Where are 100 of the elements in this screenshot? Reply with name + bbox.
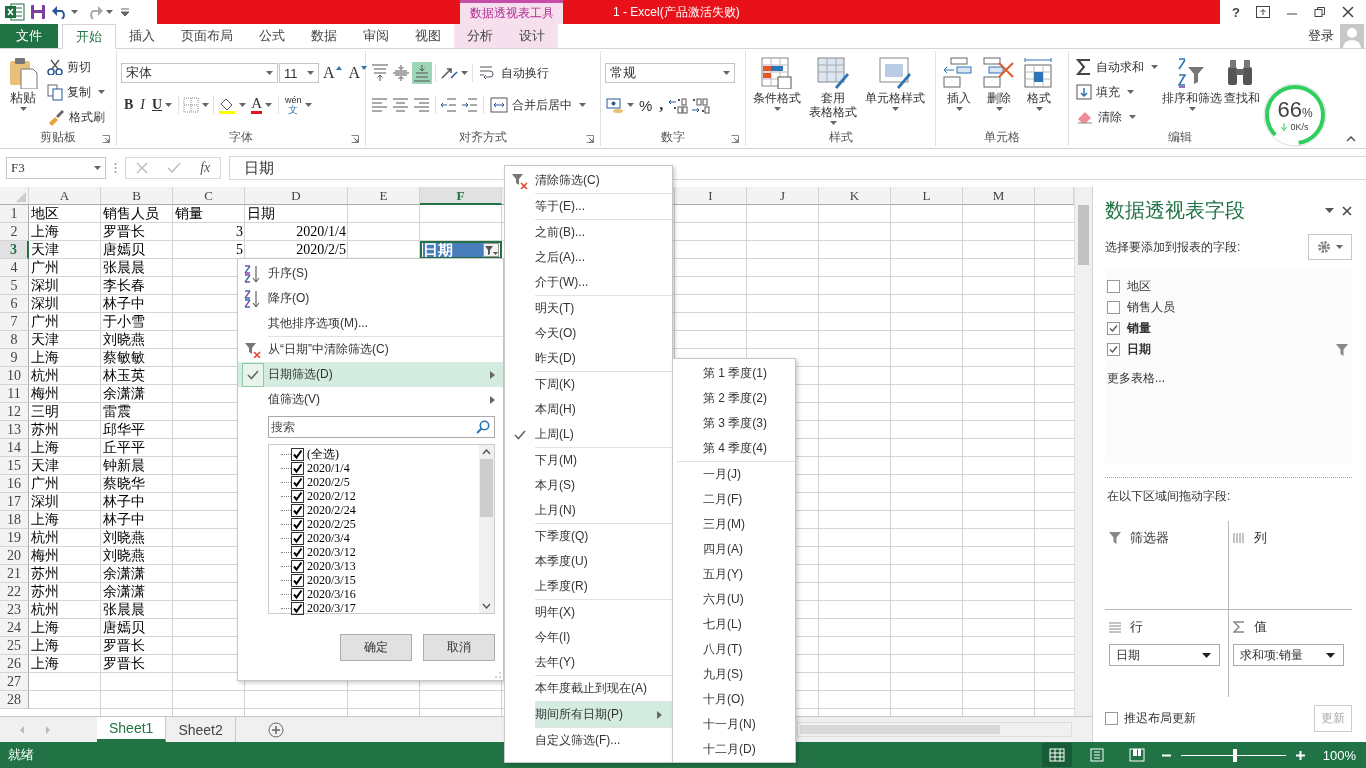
wrap-text-button[interactable]: 自动换行 [476, 61, 552, 85]
menu-item[interactable]: 其他排序选项(M)... [238, 311, 503, 336]
checkbox[interactable] [1105, 712, 1118, 725]
field-label[interactable]: 销售人员 [1127, 299, 1175, 316]
row-header[interactable]: 28 [0, 691, 29, 709]
menu-item[interactable]: 第 2 季度(2) [673, 386, 795, 411]
comma-style-button[interactable]: , [656, 94, 667, 116]
field-chip[interactable]: 日期 [1109, 644, 1220, 666]
row-header[interactable]: 9 [0, 349, 29, 367]
menu-item[interactable]: 降序(O) [238, 286, 503, 311]
row-header[interactable]: 1 [0, 205, 29, 223]
column-header[interactable]: F [420, 187, 502, 205]
menu-item[interactable]: 今天(O) [505, 321, 672, 346]
dialog-launcher-icon[interactable] [731, 135, 739, 143]
insert-function-button[interactable]: fx [200, 160, 211, 176]
format-painter-button[interactable]: 格式刷 [44, 105, 108, 129]
column-header[interactable]: J [747, 187, 819, 205]
column-header[interactable]: A [29, 187, 101, 205]
sort-filter-button[interactable]: 排序和筛选 [1161, 55, 1223, 129]
font-size-field[interactable]: 11 [279, 63, 319, 83]
row-header[interactable]: 21 [0, 565, 29, 583]
menu-item[interactable]: 去年(Y) [505, 650, 672, 675]
clear-button[interactable]: 清除 [1073, 105, 1161, 129]
menu-item[interactable]: 第 3 季度(3) [673, 411, 795, 436]
sheet-tab[interactable]: Sheet1 [97, 717, 167, 742]
menu-item[interactable]: 第 4 季度(4) [673, 436, 795, 461]
dialog-launcher-icon[interactable] [586, 135, 594, 143]
close-icon[interactable] [1342, 205, 1352, 216]
menu-item[interactable]: 本月(S) [505, 473, 672, 498]
menu-item[interactable]: 四月(A) [673, 537, 795, 562]
add-sheet-icon[interactable] [267, 721, 284, 738]
menu-item[interactable]: 之后(A)... [505, 245, 672, 270]
menu-item[interactable]: 三月(M) [673, 512, 795, 537]
checkbox[interactable] [1107, 343, 1120, 356]
menu-item[interactable]: 十二月(D) [673, 737, 795, 762]
menu-item[interactable]: 十一月(N) [673, 712, 795, 737]
copy-button[interactable]: 复制 [44, 80, 108, 104]
checkbox[interactable] [291, 447, 304, 461]
checkbox[interactable] [291, 517, 304, 531]
horizontal-scrollbar[interactable] [797, 722, 1072, 737]
field-label[interactable]: 销量 [1127, 320, 1151, 337]
filter-dropdown-button[interactable] [483, 243, 499, 257]
font-name-field[interactable]: 宋体 [121, 63, 278, 83]
ribbon-tab[interactable]: 文件 [0, 24, 58, 48]
column-header[interactable]: K [819, 187, 891, 205]
ok-button[interactable]: 确定 [340, 634, 412, 661]
row-header[interactable]: 10 [0, 367, 29, 385]
cell-styles-button[interactable]: 单元格样式 [862, 55, 928, 128]
menu-item[interactable]: 本季度(U) [505, 549, 672, 574]
checkbox[interactable] [291, 475, 304, 489]
defer-update-label[interactable]: 推迟布局更新 [1124, 710, 1196, 727]
format-button[interactable]: 格式 [1020, 55, 1058, 128]
menu-item[interactable]: 九月(S) [673, 662, 795, 687]
underline-button[interactable]: U [149, 94, 176, 116]
checkbox[interactable] [291, 559, 304, 573]
menu-item[interactable]: 六月(U) [673, 587, 795, 612]
search-field[interactable]: 搜索 [268, 416, 495, 438]
insert-button[interactable]: 插入 [940, 55, 978, 128]
fill-button[interactable]: 填充 [1073, 80, 1161, 104]
checkbox[interactable] [291, 601, 304, 615]
field-settings-button[interactable] [1308, 234, 1352, 260]
menu-item[interactable]: 七月(L) [673, 612, 795, 637]
grow-font-button[interactable]: A [320, 62, 345, 84]
row-header[interactable]: 6 [0, 295, 29, 313]
menu-item[interactable]: 昨天(D) [505, 346, 672, 371]
checkbox[interactable] [291, 531, 304, 545]
row-header[interactable]: 5 [0, 277, 29, 295]
checkbox[interactable] [291, 545, 304, 559]
more-tables-link[interactable]: 更多表格... [1107, 370, 1352, 387]
row-header[interactable]: 3 [0, 241, 29, 259]
close-icon[interactable] [1341, 6, 1354, 18]
column-header[interactable]: M [963, 187, 1035, 205]
value-label[interactable]: 2020/3/4 [307, 530, 350, 546]
menu-item[interactable]: 第 1 季度(1) [673, 361, 795, 386]
menu-item[interactable]: 日期筛选(D) [238, 362, 503, 387]
row-header[interactable]: 12 [0, 403, 29, 421]
row-header[interactable]: 7 [0, 313, 29, 331]
menu-item[interactable]: 十月(O) [673, 687, 795, 712]
ribbon-tab[interactable]: 分析 [454, 24, 506, 48]
menu-item[interactable]: 明天(T) [535, 295, 672, 321]
name-box[interactable]: F3 [6, 157, 106, 179]
view-button[interactable] [1041, 743, 1072, 767]
menu-item[interactable]: 等于(E)... [535, 193, 672, 219]
value-label[interactable]: 2020/2/5 [307, 474, 350, 490]
column-header[interactable]: I [675, 187, 747, 205]
value-label[interactable]: 2020/1/4 [307, 460, 350, 476]
cancel-button[interactable]: 取消 [423, 634, 495, 661]
ribbon-tab[interactable]: 插入 [116, 24, 168, 48]
font-color-button[interactable]: A [248, 94, 275, 116]
menu-item[interactable]: 八月(T) [673, 637, 795, 662]
ribbon-tab[interactable]: 页面布局 [168, 24, 246, 48]
row-header[interactable]: 13 [0, 421, 29, 439]
table-format-button[interactable]: 套用 表格格式 [806, 55, 860, 128]
menu-item[interactable]: 值筛选(V) [238, 387, 503, 412]
checkbox[interactable] [291, 587, 304, 601]
value-label[interactable]: 2020/3/17 [307, 600, 356, 616]
autosum-button[interactable]: 自动求和 [1073, 55, 1161, 79]
row-header[interactable]: 25 [0, 637, 29, 655]
row-header[interactable]: 16 [0, 475, 29, 493]
value-label[interactable]: 2020/3/12 [307, 544, 356, 560]
